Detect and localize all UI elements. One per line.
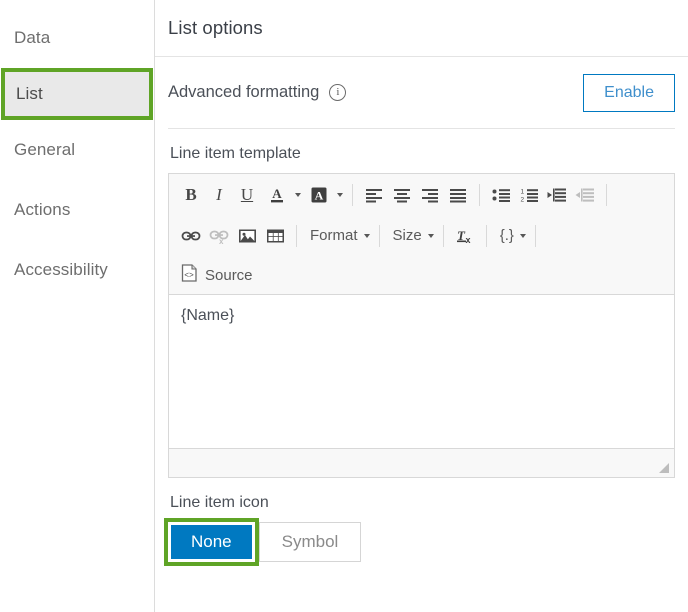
- source-view-label: Source: [205, 266, 253, 284]
- text-color-glyph: A: [263, 181, 291, 209]
- toolbar-separator: [442, 224, 444, 247]
- sidebar-item-label: Actions: [14, 200, 71, 219]
- chevron-down-icon: [363, 233, 370, 238]
- chevron-down-icon: [519, 233, 526, 238]
- enable-advanced-formatting-button[interactable]: Enable: [583, 73, 675, 112]
- sidebar-item-label: Accessibility: [14, 260, 108, 279]
- numbered-list-icon[interactable]: 1 2: [515, 181, 543, 209]
- toolbar-separator: [485, 224, 487, 247]
- main-header: List options: [155, 0, 688, 57]
- source-view-button[interactable]: <> Source: [177, 263, 257, 287]
- svg-text:<>: <>: [184, 271, 194, 280]
- svg-text:x: x: [219, 237, 224, 244]
- svg-text:2: 2: [520, 196, 524, 203]
- main-content: List options Advanced formatting i Enabl…: [155, 0, 688, 612]
- sidebar-item-label: Data: [14, 28, 51, 47]
- bulleted-list-icon[interactable]: [487, 181, 515, 209]
- sidebar-item-data[interactable]: Data: [0, 8, 154, 68]
- background-color-glyph: A: [305, 181, 333, 209]
- link-icon[interactable]: [177, 222, 205, 250]
- background-color-icon[interactable]: A: [303, 181, 345, 209]
- decrease-indent-icon: [571, 181, 599, 209]
- remove-format-icon[interactable]: T x: [451, 222, 479, 250]
- bold-icon[interactable]: B: [177, 181, 205, 209]
- sidebar-item-label: List: [16, 84, 43, 103]
- line-item-icon-none-button[interactable]: None: [168, 522, 255, 562]
- toolbar-separator: [352, 183, 353, 206]
- editor-toolbar-row-1: B I U A A 1 2: [169, 174, 674, 215]
- format-dropdown-label: Format: [310, 227, 358, 244]
- editor-toolbar-row-2: x Format Size T x {.}: [169, 215, 674, 256]
- chevron-down-icon: [295, 192, 301, 197]
- toolbar-separator: [534, 224, 536, 247]
- sidebar-item-accessibility[interactable]: Accessibility: [0, 240, 154, 300]
- svg-text:A: A: [315, 188, 324, 202]
- sidebar-item-list[interactable]: List: [1, 68, 153, 120]
- toolbar-separator: [479, 183, 480, 206]
- page-title: List options: [168, 17, 263, 38]
- italic-icon[interactable]: I: [205, 181, 233, 209]
- toolbar-separator: [378, 224, 380, 247]
- sidebar-item-actions[interactable]: Actions: [0, 180, 154, 240]
- sidebar-item-general[interactable]: General: [0, 120, 154, 180]
- sidebar-item-label: General: [14, 140, 76, 159]
- align-center-icon[interactable]: [388, 181, 416, 209]
- chevron-down-icon: [337, 192, 343, 197]
- toolbar-separator: [606, 183, 607, 206]
- line-item-template-value: {Name}: [181, 307, 235, 324]
- advanced-formatting-row: Advanced formatting i Enable: [168, 57, 675, 129]
- editor-toolbar-row-3: <> Source: [169, 256, 674, 294]
- resize-grip-handle[interactable]: [659, 463, 669, 473]
- advanced-formatting-label: Advanced formatting: [168, 83, 320, 101]
- table-icon[interactable]: [261, 222, 289, 250]
- underline-icon[interactable]: U: [233, 181, 261, 209]
- line-item-template-label: Line item template: [170, 145, 301, 162]
- format-dropdown[interactable]: Format: [304, 222, 372, 250]
- size-dropdown-label: Size: [392, 227, 422, 244]
- increase-indent-icon[interactable]: [543, 181, 571, 209]
- advanced-formatting-left: Advanced formatting i: [168, 83, 347, 102]
- insert-field-icon[interactable]: {.}: [494, 222, 528, 250]
- svg-text:A: A: [272, 186, 282, 201]
- unlink-icon: x: [205, 222, 233, 250]
- image-icon[interactable]: [233, 222, 261, 250]
- line-item-icon-label: Line item icon: [170, 494, 269, 511]
- text-color-icon[interactable]: A: [261, 181, 303, 209]
- source-code-icon: <>: [181, 263, 198, 287]
- line-item-icon-symbol-button[interactable]: Symbol: [258, 522, 362, 562]
- editor-footer: [169, 449, 674, 477]
- align-justify-icon[interactable]: [444, 181, 472, 209]
- svg-text:1: 1: [520, 188, 524, 195]
- sidebar-nav: Data List General Actions Accessibility: [0, 0, 155, 612]
- info-icon-glyph: i: [336, 86, 340, 98]
- toolbar-separator: [296, 224, 297, 247]
- size-dropdown[interactable]: Size: [387, 222, 436, 250]
- main-body: Advanced formatting i Enable Line item t…: [155, 57, 688, 562]
- settings-panel: Data List General Actions Accessibility …: [0, 0, 688, 612]
- svg-text:x: x: [465, 235, 470, 245]
- line-item-icon-button-group: None Symbol: [168, 522, 675, 562]
- align-right-icon[interactable]: [416, 181, 444, 209]
- line-item-template-input[interactable]: {Name}: [169, 294, 674, 449]
- chevron-down-icon: [427, 233, 434, 238]
- rich-text-editor: B I U A A 1 2 x Format Size T x {.} <> S…: [168, 173, 675, 478]
- insert-field-glyph: {.}: [499, 227, 514, 244]
- align-left-icon[interactable]: [360, 181, 388, 209]
- info-icon[interactable]: i: [329, 84, 347, 101]
